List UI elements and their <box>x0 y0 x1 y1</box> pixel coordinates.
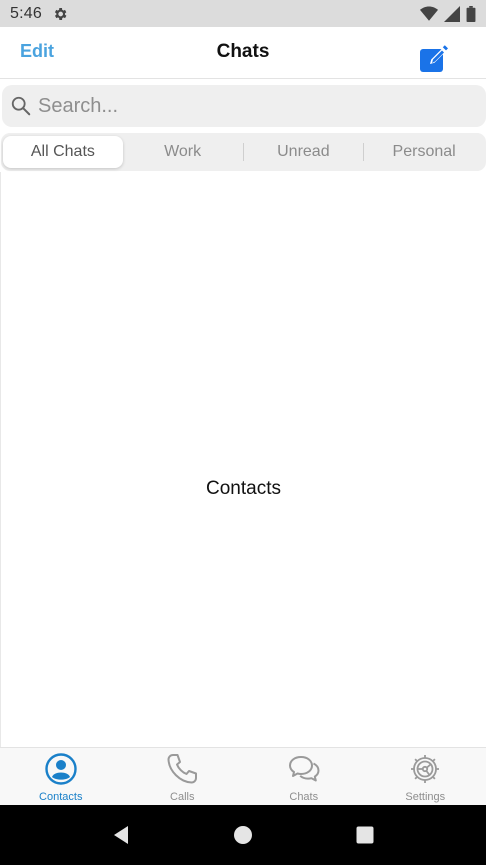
gear-icon <box>411 755 440 783</box>
recents-icon[interactable] <box>353 823 377 847</box>
tabbar-item-calls[interactable]: Calls <box>122 748 244 805</box>
wifi-icon <box>420 6 438 21</box>
tab-work[interactable]: Work <box>123 136 243 168</box>
compose-icon <box>420 45 448 72</box>
system-nav-bar <box>0 805 486 865</box>
battery-icon <box>466 5 476 22</box>
contacts-icon <box>45 753 77 785</box>
tabbar-item-contacts[interactable]: Contacts <box>0 748 122 805</box>
tabbar-label: Chats <box>289 791 319 803</box>
status-icons <box>420 5 476 22</box>
search-input[interactable] <box>38 94 458 118</box>
header: Edit Chats <box>0 27 486 79</box>
status-bar: 5:46 <box>0 0 486 27</box>
main-label: Contacts <box>206 478 281 499</box>
tabbar-label: Settings <box>405 791 446 803</box>
tabbar-item-chats[interactable]: Chats <box>243 748 365 805</box>
tabbar-label: Contacts <box>39 791 83 803</box>
search-bar <box>2 85 486 127</box>
status-time: 5:46 <box>10 4 42 22</box>
chat-bubbles-icon <box>288 756 320 782</box>
main-content: Contacts <box>0 172 486 747</box>
gear-icon <box>54 7 67 20</box>
bottom-tab-bar: Contacts Calls Chats Settings <box>0 747 486 805</box>
tab-all-chats[interactable]: All Chats <box>3 136 123 168</box>
home-icon[interactable] <box>231 823 255 847</box>
search-icon <box>11 96 31 116</box>
phone-icon <box>167 754 198 784</box>
back-icon[interactable] <box>109 823 133 847</box>
page-title: Chats <box>216 41 270 62</box>
compose-button[interactable] <box>418 44 448 74</box>
tabbar-item-settings[interactable]: Settings <box>365 748 486 805</box>
tab-unread[interactable]: Unread <box>244 136 364 168</box>
signal-icon <box>444 5 460 22</box>
tabbar-label: Calls <box>170 791 195 803</box>
tab-personal[interactable]: Personal <box>364 136 484 168</box>
chat-filter-tabs: All Chats Work Unread Personal <box>1 133 486 171</box>
screen: 5:46 Edit Chats Search... All Chats Work… <box>0 0 486 865</box>
